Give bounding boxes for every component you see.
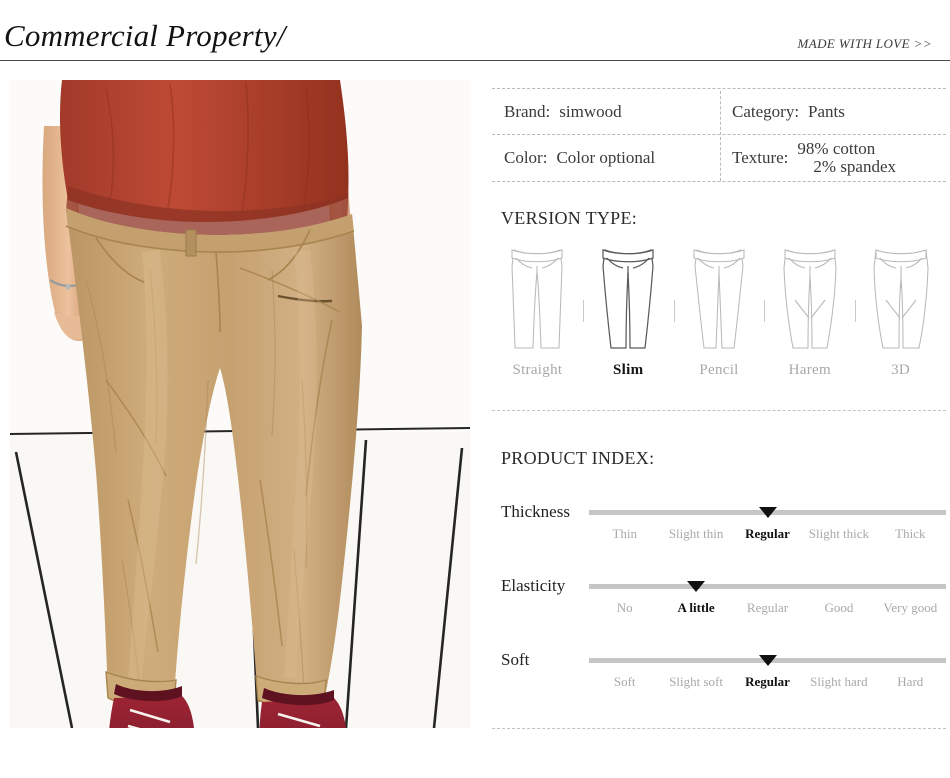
- attribute-brand: Brand: simwood: [504, 89, 722, 135]
- page-title: Commercial Property/: [4, 18, 286, 53]
- pants-pencil-icon: [677, 240, 761, 358]
- attribute-category-value: Pants: [808, 102, 845, 121]
- index-slider[interactable]: Thin Slight thin Regular Slight thick Thick: [589, 488, 946, 562]
- version-option-divider: [764, 300, 766, 322]
- index-row-label: Soft: [501, 650, 530, 669]
- slider-marker[interactable]: [758, 655, 777, 666]
- page-header: Commercial Property/ MADE WITH LOVE >>: [0, 0, 950, 61]
- index-row-thickness: Thickness Thin Slight thin Regular Slight th…: [492, 488, 946, 562]
- index-slider[interactable]: No A little Regular Good Very good: [589, 562, 946, 636]
- attribute-category-label: Category:: [732, 102, 800, 121]
- version-option-label: Pencil: [699, 362, 739, 378]
- section-divider: [492, 410, 946, 411]
- slider-scale-label[interactable]: Regular: [745, 674, 790, 690]
- slider-track[interactable]: [589, 584, 946, 589]
- pants-slim-icon: [586, 240, 670, 358]
- slider-marker[interactable]: [758, 507, 777, 518]
- header-divider: [0, 60, 950, 61]
- section-divider: [492, 728, 946, 729]
- version-option-pencil[interactable]: Pencil: [677, 240, 761, 400]
- slider-scale-label[interactable]: Thin: [612, 526, 637, 542]
- slider-marker[interactable]: [687, 581, 706, 592]
- slider-scale-label[interactable]: Thick: [895, 526, 925, 542]
- slider-scale-label[interactable]: Hard: [897, 674, 923, 690]
- version-option-divider: [855, 300, 857, 322]
- version-option-divider: [673, 300, 675, 322]
- attribute-texture-value-line2: 2% spandex: [813, 157, 897, 176]
- product-photo-image: [10, 80, 470, 728]
- version-option-harem[interactable]: Harem: [768, 240, 852, 400]
- product-index-heading: PRODUCT INDEX:: [501, 448, 655, 468]
- version-option-label: Straight: [512, 362, 563, 378]
- index-slider[interactable]: Soft Slight soft Regular Slight hard Hard: [589, 636, 946, 710]
- version-option-straight[interactable]: Straight: [495, 240, 579, 400]
- index-row-label: Thickness: [501, 502, 570, 521]
- attribute-color-value: Color optional: [556, 148, 656, 167]
- slider-scale-label[interactable]: Very good: [883, 600, 937, 616]
- product-photo[interactable]: [10, 80, 470, 728]
- version-option-slim[interactable]: Slim: [586, 240, 670, 400]
- version-type-heading: VERSION TYPE:: [501, 208, 638, 228]
- slider-scale-labels: Thin Slight thin Regular Slight thick Thick: [589, 526, 946, 552]
- version-option-3d[interactable]: 3D: [859, 240, 943, 400]
- index-row-elasticity: Elasticity No A little Regular Good Very good: [492, 562, 946, 636]
- attribute-texture-value: 98% cotton 2% spandex: [797, 140, 896, 175]
- pants-3d-icon: [859, 240, 943, 358]
- version-option-label: Harem: [788, 362, 831, 378]
- attribute-color: Color: Color optional: [504, 135, 722, 181]
- slider-scale-label[interactable]: Slight soft: [669, 674, 723, 690]
- slider-scale-label[interactable]: Soft: [614, 674, 636, 690]
- slider-scale-label[interactable]: Regular: [745, 526, 790, 542]
- table-row: Brand: simwood Category: Pants: [492, 89, 946, 135]
- made-with-love-link[interactable]: MADE WITH LOVE >>: [798, 36, 932, 52]
- version-type-options: Straight Slim Pencil Harem 3D: [492, 240, 946, 400]
- product-index-sliders: Thickness Thin Slight thin Regular Slight th…: [492, 488, 946, 720]
- slider-scale-label[interactable]: A little: [678, 600, 715, 616]
- attribute-color-label: Color:: [504, 148, 548, 167]
- attribute-texture-label: Texture:: [732, 148, 789, 167]
- pants-harem-icon: [768, 240, 852, 358]
- index-row-soft: Soft Soft Slight soft Regular Slight hard Har…: [492, 636, 946, 710]
- slider-scale-label[interactable]: No: [617, 600, 633, 616]
- product-info-pane: Brand: simwood Category: Pants Color: Co…: [488, 80, 950, 740]
- slider-scale-label[interactable]: Slight thick: [809, 526, 869, 542]
- attribute-category: Category: Pants: [732, 89, 946, 135]
- attribute-brand-value: simwood: [559, 102, 622, 121]
- product-detail-page: Commercial Property/ MADE WITH LOVE >> B…: [0, 0, 950, 778]
- version-option-label: 3D: [891, 362, 911, 378]
- slider-scale-label[interactable]: Good: [824, 600, 853, 616]
- attribute-brand-label: Brand:: [504, 102, 551, 121]
- pants-straight-icon: [495, 240, 579, 358]
- slider-scale-labels: No A little Regular Good Very good: [589, 600, 946, 626]
- slider-scale-label[interactable]: Regular: [747, 600, 788, 616]
- slider-scale-labels: Soft Slight soft Regular Slight hard Hard: [589, 674, 946, 700]
- attribute-texture: Texture: 98% cotton 2% spandex: [732, 135, 946, 181]
- version-option-divider: [582, 300, 584, 322]
- slider-scale-label[interactable]: Slight hard: [810, 674, 867, 690]
- table-row: Color: Color optional Texture: 98% cotto…: [492, 135, 946, 181]
- attribute-texture-value-line1: 98% cotton: [797, 139, 876, 159]
- version-option-label: Slim: [613, 362, 644, 378]
- index-row-label: Elasticity: [501, 576, 566, 595]
- slider-scale-label[interactable]: Slight thin: [669, 526, 724, 542]
- product-attributes-table: Brand: simwood Category: Pants Color: Co…: [492, 88, 946, 182]
